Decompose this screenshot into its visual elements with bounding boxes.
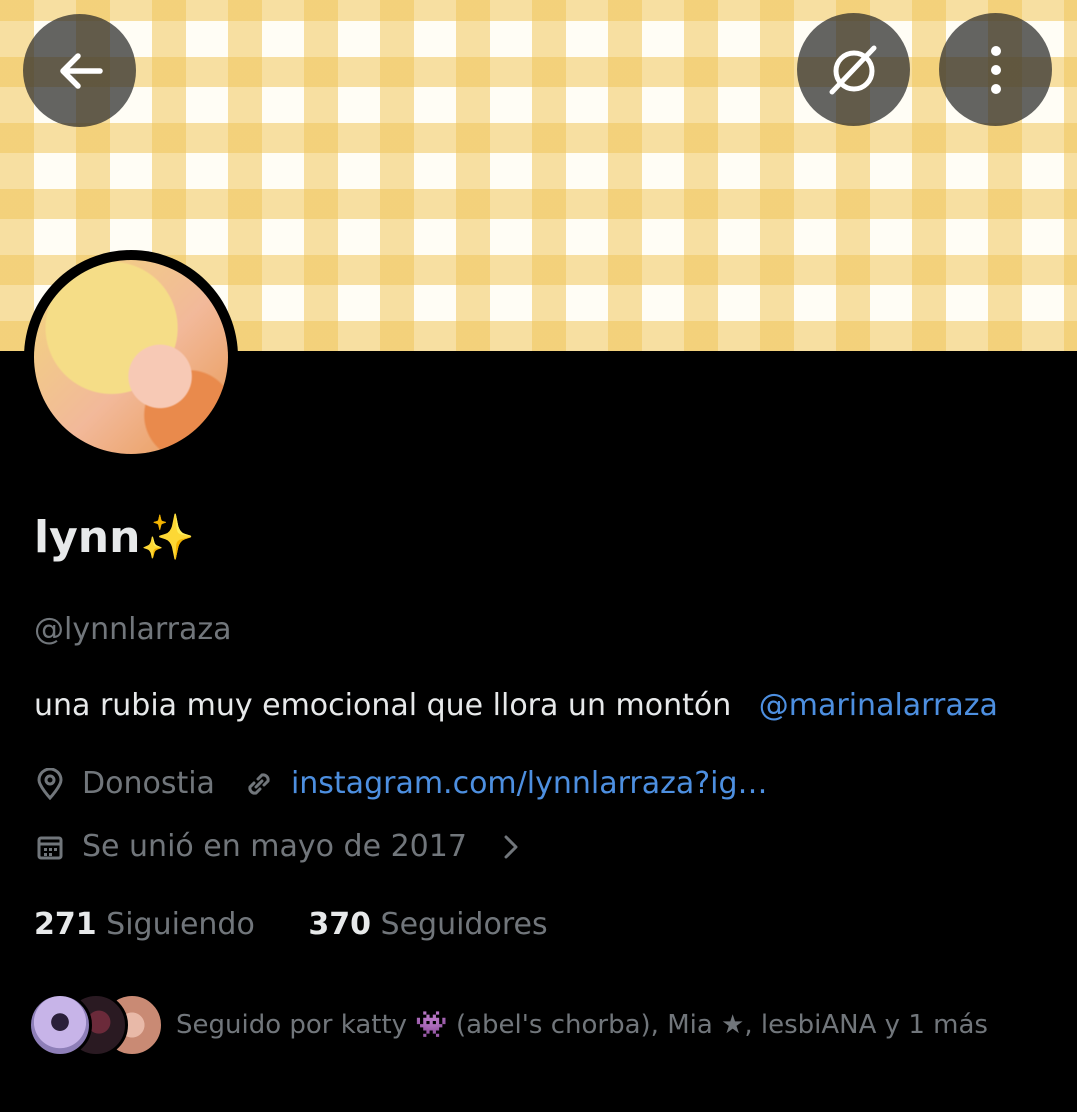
link-icon: [243, 768, 275, 800]
user-handle: @lynnlarraza: [34, 612, 232, 647]
followed-by[interactable]: Seguido por katty 👾 (abel's chorba), Mia…: [28, 990, 988, 1060]
arrow-left-icon: [59, 52, 103, 89]
more-options-button[interactable]: [939, 13, 1052, 126]
following-stat[interactable]: 271 Siguiendo: [34, 907, 255, 942]
followers-label: Seguidores: [380, 907, 548, 942]
display-name: lynn✨: [34, 512, 196, 563]
grok-button[interactable]: [797, 13, 910, 126]
website-link[interactable]: instagram.com/lynnlarraza?ig…: [291, 764, 768, 804]
bio-mention-link[interactable]: @marinalarraza: [759, 688, 998, 723]
bio: una rubia muy emocional que llora un mon…: [34, 686, 998, 726]
following-count: 271: [34, 907, 97, 942]
followers-stat[interactable]: 370 Seguidores: [308, 907, 547, 942]
location-row: Donostia instagram.com/lynnlarraza?ig…: [34, 764, 768, 804]
bio-text: una rubia muy emocional que llora un mon…: [34, 688, 732, 723]
calendar-icon: [34, 831, 66, 863]
grok-icon: [829, 45, 876, 94]
followed-by-text: Seguido por katty 👾 (abel's chorba), Mia…: [176, 1010, 988, 1040]
following-label: Siguiendo: [106, 907, 255, 942]
chevron-right-icon: [495, 831, 527, 863]
location-text: Donostia: [82, 766, 215, 801]
back-button[interactable]: [23, 14, 136, 127]
follow-stats: 271 Siguiendo 370 Seguidores: [34, 905, 592, 945]
avatar[interactable]: [24, 250, 238, 464]
joined-text: Se unió en mayo de 2017: [82, 829, 467, 864]
more-vertical-icon: [990, 45, 1001, 94]
avatar-image: [34, 260, 228, 454]
followers-count: 370: [308, 907, 371, 942]
location-pin-icon: [34, 768, 66, 800]
joined-row[interactable]: Se unió en mayo de 2017: [34, 827, 543, 867]
follower-avatar: [28, 993, 92, 1057]
